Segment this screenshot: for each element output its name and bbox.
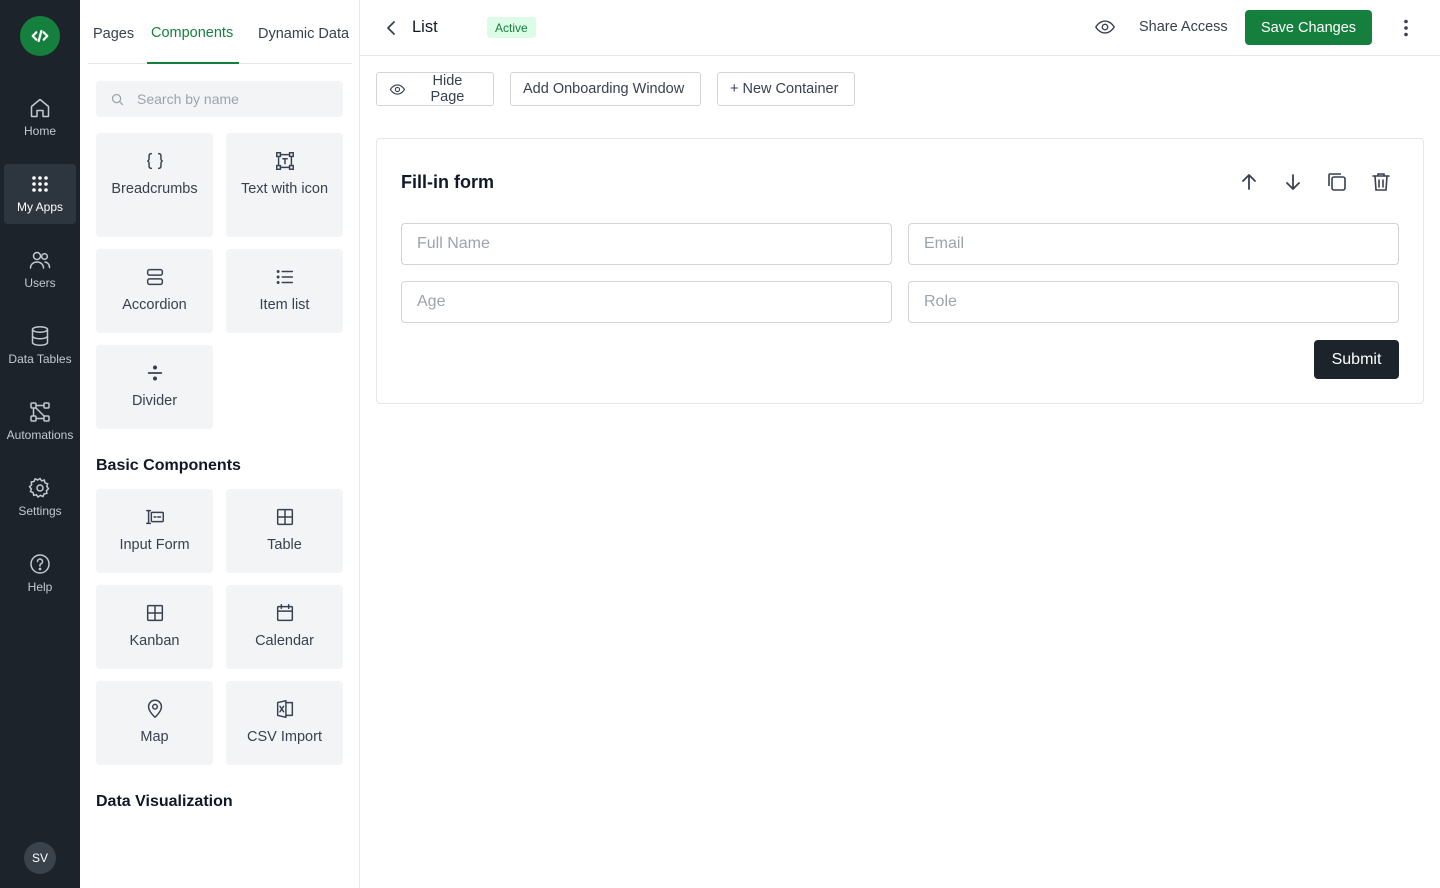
component-label: Text with icon [240,181,329,197]
full-name-field[interactable] [401,223,892,265]
active-tab-indicator [147,62,239,64]
component-divider[interactable]: Divider [96,345,213,429]
search-icon [111,93,124,105]
trash-icon[interactable] [1369,170,1393,194]
table-icon [276,508,293,526]
age-field[interactable] [401,281,892,323]
new-container-button[interactable]: + New Container [717,72,855,106]
kanban-icon [146,604,163,622]
tab-pages[interactable]: Pages [93,26,134,42]
duplicate-icon[interactable] [1325,170,1349,194]
components-panel: Pages Components Dynamic Data Breadcrumb… [80,0,360,888]
basic-components-heading: Basic Components [96,457,241,474]
more-vertical-icon[interactable] [1394,16,1418,40]
csv-file-icon [276,700,293,718]
component-label: Breadcrumbs [111,181,198,197]
nav-automations[interactable]: Automations [4,392,76,452]
home-icon [30,98,50,118]
nav-help-label: Help [27,580,53,594]
tab-components[interactable]: Components [151,25,233,41]
eye-icon[interactable] [1094,16,1116,38]
nav-users[interactable]: Users [4,240,76,300]
user-avatar[interactable]: SV [24,842,56,874]
nav-my-apps[interactable]: My Apps [4,164,76,224]
nav-my-apps-label: My Apps [16,200,64,214]
divide-icon [147,365,162,381]
nav-home[interactable]: Home [4,88,76,148]
add-onboarding-window-button[interactable]: Add Onboarding Window [510,72,701,106]
text-frame-icon [275,152,294,170]
hide-page-button[interactable]: Hide Page [376,72,494,106]
component-label: CSV Import [247,729,322,745]
code-icon [31,29,49,43]
input-form-icon [145,509,164,525]
nav-users-label: Users [24,276,56,290]
component-label: Accordion [122,297,187,313]
component-text-with-icon[interactable]: Text with icon [226,133,343,237]
component-search[interactable] [96,81,343,117]
panel-tabs: Pages Components Dynamic Data [88,0,352,64]
help-circle-icon [30,554,50,574]
gear-icon [28,477,50,499]
app-logo[interactable] [20,16,60,56]
component-breadcrumbs[interactable]: Breadcrumbs [96,133,213,237]
arrow-down-icon[interactable] [1281,170,1305,194]
eye-icon [389,83,406,95]
share-access-button[interactable]: Share Access [1139,19,1228,35]
nav-data-tables[interactable]: Data Tables [4,316,76,376]
hide-page-label: Hide Page [430,73,465,105]
nav-data-tables-label: Data Tables [8,352,72,366]
nav-rail: Home My Apps Users Data Tables Automatio… [0,0,80,888]
nav-settings-label: Settings [18,504,62,518]
component-kanban[interactable]: Kanban [96,585,213,669]
grid-dots-icon [32,176,48,192]
tab-dynamic-data[interactable]: Dynamic Data [258,26,349,42]
component-label: Divider [131,393,178,409]
braces-icon [146,152,163,170]
form-title: Fill-in form [401,172,494,192]
nav-home-label: Home [23,124,56,138]
component-label: Calendar [255,633,314,649]
component-accordion[interactable]: Accordion [96,249,213,333]
component-label: Table [267,537,302,553]
page-title: List [412,18,438,36]
component-calendar[interactable]: Calendar [226,585,343,669]
save-changes-button[interactable]: Save Changes [1245,10,1372,45]
nav-settings[interactable]: Settings [4,468,76,528]
nav-automations-label: Automations [6,428,74,442]
component-label: Kanban [129,633,180,649]
database-icon [31,325,49,347]
nav-help[interactable]: Help [4,544,76,604]
users-icon [29,251,51,269]
calendar-icon [276,604,293,622]
role-field[interactable] [908,281,1399,323]
component-label: Item list [259,297,310,313]
component-input-form[interactable]: Input Form [96,489,213,573]
accordion-icon [146,268,163,286]
chevron-left-icon[interactable] [380,16,404,40]
email-field[interactable] [908,223,1399,265]
component-item-list[interactable]: Item list [226,249,343,333]
component-label: Map [140,729,169,745]
component-label: Input Form [119,537,190,553]
component-map[interactable]: Map [96,681,213,765]
status-badge: Active [487,17,536,38]
submit-button[interactable]: Submit [1314,340,1399,379]
form-container: Fill-in form Submit [376,138,1424,404]
component-csv-import[interactable]: CSV Import [226,681,343,765]
arrow-up-icon[interactable] [1237,170,1261,194]
data-visualization-heading: Data Visualization [96,793,233,810]
map-pin-icon [147,699,162,719]
search-input[interactable] [137,91,317,107]
component-table[interactable]: Table [226,489,343,573]
list-icon [276,270,293,284]
top-header: List Active Share Access Save Changes [360,0,1440,56]
workflow-icon [30,402,50,422]
